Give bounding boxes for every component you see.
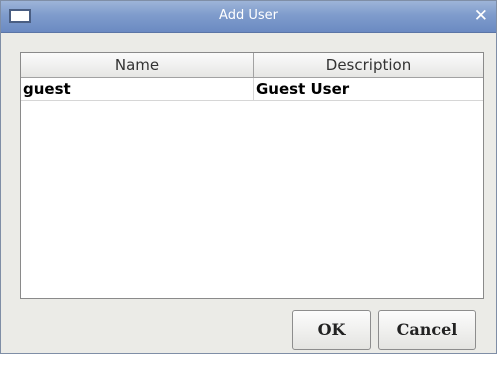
table-row[interactable]: guest Guest User — [21, 78, 483, 101]
cell-description[interactable]: Guest User — [254, 78, 483, 100]
user-table: Name Description guest Guest User — [20, 52, 484, 299]
table-header: Name Description — [21, 53, 483, 78]
cell-name[interactable]: guest — [21, 78, 254, 100]
ok-button[interactable]: OK — [292, 310, 371, 350]
close-icon[interactable]: ✕ — [474, 6, 488, 26]
add-user-dialog: Add User ✕ Name Description guest Guest … — [0, 0, 497, 354]
column-header-name[interactable]: Name — [21, 53, 254, 77]
cancel-button[interactable]: Cancel — [378, 310, 476, 350]
column-header-description[interactable]: Description — [254, 53, 483, 77]
dialog-title: Add User — [219, 8, 278, 23]
title-bar[interactable]: Add User ✕ — [1, 1, 496, 33]
